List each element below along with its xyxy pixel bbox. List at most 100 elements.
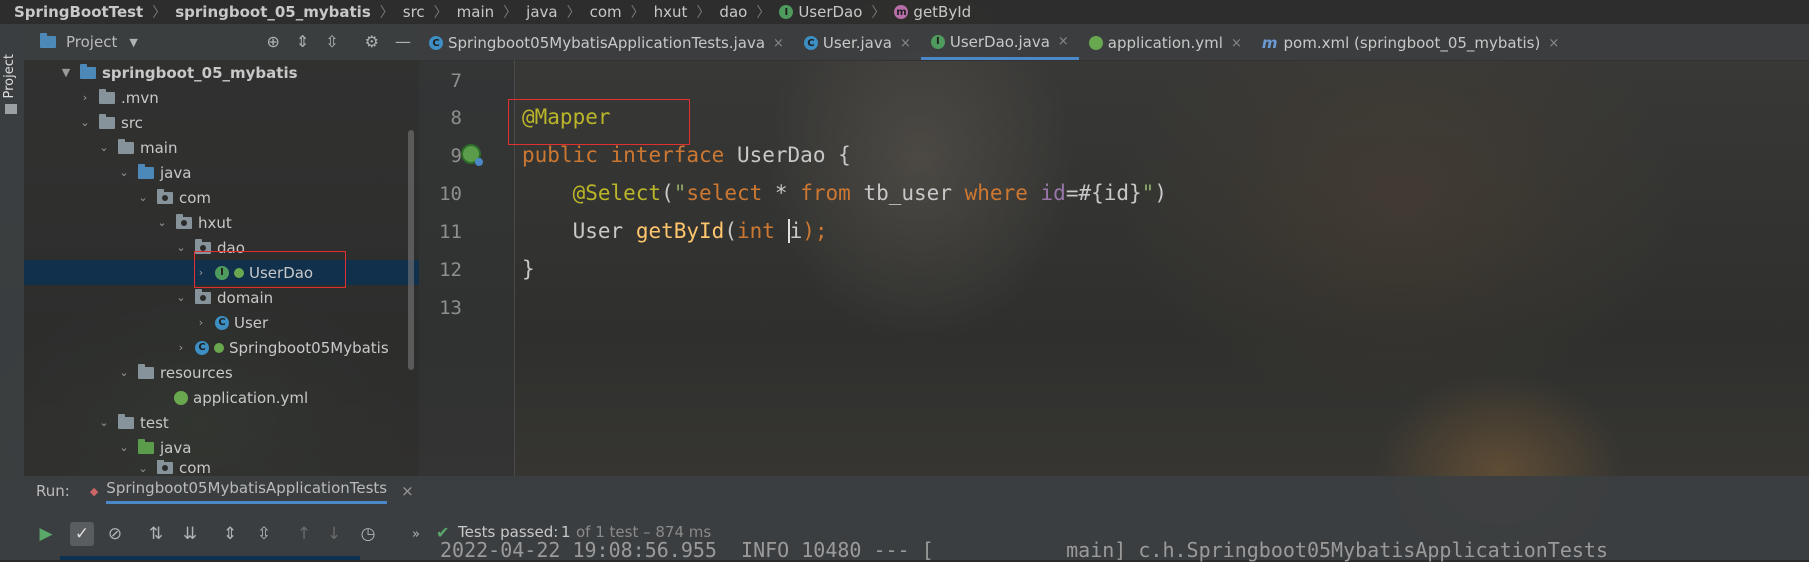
close-icon[interactable]: ×	[1058, 34, 1069, 49]
tree-item-resources[interactable]: ⌄ resources	[24, 360, 419, 385]
breadcrumb-hxut[interactable]: hxut	[654, 3, 688, 21]
tool-window-strip: Project	[0, 24, 24, 476]
package-icon	[176, 213, 192, 229]
chevron-down-icon[interactable]: ⌄	[137, 191, 149, 204]
tree-item-domain[interactable]: ⌄ domain	[24, 285, 419, 310]
line-number: 10	[439, 183, 462, 205]
tree-item-label: java	[160, 163, 192, 182]
sql-column: id	[1040, 181, 1066, 205]
tree-item-test-com[interactable]: ⌄ com	[24, 460, 419, 476]
chevron-down-icon[interactable]: ⌄	[137, 462, 149, 475]
keyword: interface	[610, 143, 725, 167]
implementation-marker-icon[interactable]	[475, 158, 483, 166]
project-tree: ▼ springboot_05_mybatis › .mvn ⌄ src ⌄ main …	[24, 60, 419, 476]
sort-alpha-icon[interactable]: ⇅	[144, 522, 168, 546]
breadcrumb: SpringBootTest 〉 springboot_05_mybatis 〉…	[0, 0, 1809, 24]
chevron-down-icon[interactable]: ⌄	[79, 116, 91, 129]
breadcrumb-com[interactable]: com	[590, 3, 622, 21]
chevron-down-icon[interactable]: ⌄	[175, 241, 187, 254]
history-clock-icon[interactable]: ◷	[356, 522, 380, 546]
tab-application-tests[interactable]: C Springboot05MybatisApplicationTests.jav…	[419, 26, 794, 60]
paren: (	[661, 181, 674, 205]
close-icon[interactable]: ×	[1548, 36, 1559, 51]
tab-userdao-java[interactable]: I UserDao.java ×	[920, 26, 1079, 60]
close-icon[interactable]: ×	[773, 36, 784, 51]
tree-item-test[interactable]: ⌄ test	[24, 410, 419, 435]
project-view-selector[interactable]: Project	[66, 33, 117, 51]
tree-item-label: domain	[217, 288, 274, 307]
tree-item-src[interactable]: ⌄ src	[24, 110, 419, 135]
console-output-line: 2022-04-22 19:08:56.955 INFO 10480 --- […	[440, 538, 1608, 562]
chevron-down-icon[interactable]: ⌄	[118, 441, 130, 454]
tree-item-java[interactable]: ⌄ java	[24, 160, 419, 185]
close-icon[interactable]: ×	[1231, 36, 1242, 51]
breadcrumb-java[interactable]: java	[526, 3, 557, 21]
chevron-right-icon[interactable]: ›	[175, 341, 187, 354]
class-icon: C	[215, 315, 229, 330]
tree-item-label: Springboot05Mybatis	[229, 338, 389, 357]
locate-target-icon[interactable]: ⊕	[266, 32, 279, 51]
show-ignored-icon[interactable]: ⊘	[103, 522, 127, 546]
tab-user-java[interactable]: C User.java ×	[794, 26, 921, 60]
chevron-right-icon[interactable]: ›	[195, 316, 207, 329]
breadcrumb-method[interactable]: m getById	[894, 3, 971, 21]
breadcrumb-dao[interactable]: dao	[719, 3, 747, 21]
tree-item-user[interactable]: › C User	[24, 310, 419, 335]
breadcrumb-project[interactable]: SpringBootTest	[14, 3, 143, 21]
breadcrumb-item[interactable]: SpringBootTest	[14, 3, 143, 21]
tree-item-label: springboot_05_mybatis	[102, 63, 298, 82]
tab-application-yml[interactable]: application.yml ×	[1079, 26, 1252, 60]
tab-pom-xml[interactable]: m pom.xml (springboot_05_mybatis) ×	[1252, 26, 1569, 60]
breadcrumb-src[interactable]: src	[403, 3, 425, 21]
tree-item-hxut[interactable]: ⌄ hxut	[24, 210, 419, 235]
run-config-tab[interactable]: Springboot05MybatisApplicationTests	[106, 479, 388, 504]
show-passed-icon[interactable]: ✓	[70, 522, 94, 546]
chevron-down-icon[interactable]: ⌄	[98, 416, 110, 429]
expand-all-icon[interactable]: ⇕	[218, 522, 242, 546]
tree-item-application-yml[interactable]: application.yml	[24, 385, 419, 410]
tree-item-label: User	[234, 313, 269, 332]
gear-icon[interactable]: ⚙	[365, 32, 379, 51]
tree-item-main[interactable]: ⌄ main	[24, 135, 419, 160]
close-icon[interactable]: ×	[900, 36, 911, 51]
tree-item-module[interactable]: ▼ springboot_05_mybatis	[24, 60, 419, 85]
keyword: int	[736, 219, 775, 243]
more-icon[interactable]: »	[404, 522, 428, 546]
tree-item-application[interactable]: › C Springboot05Mybatis	[24, 335, 419, 360]
chevron-down-icon[interactable]: ⌄	[156, 216, 168, 229]
code-line-9: public interface UserDao {	[522, 143, 851, 167]
previous-failed-icon[interactable]: ↑	[292, 522, 316, 546]
minimize-icon[interactable]: —	[395, 32, 411, 51]
collapse-all-icon[interactable]: ⇳	[325, 32, 338, 51]
tree-item-label: .mvn	[121, 88, 159, 107]
next-failed-icon[interactable]: ↓	[322, 522, 346, 546]
tab-label: User.java	[822, 34, 892, 52]
dropdown-arrow-icon[interactable]: ▼	[129, 36, 137, 49]
rerun-icon[interactable]: ▶	[34, 522, 58, 546]
tree-item-label: application.yml	[193, 388, 309, 407]
chevron-down-icon[interactable]: ⌄	[175, 291, 187, 304]
sort-duration-icon[interactable]: ⇊	[178, 522, 202, 546]
tree-scrollbar[interactable]	[408, 130, 414, 370]
spring-boot-app-icon: C	[195, 340, 209, 355]
spring-icon	[214, 342, 224, 353]
collapse-all-icon[interactable]: ⇳	[252, 522, 276, 546]
chevron-down-icon[interactable]: ⌄	[118, 366, 130, 379]
breadcrumb-module[interactable]: springboot_05_mybatis	[175, 3, 371, 21]
breadcrumb-main[interactable]: main	[457, 3, 494, 21]
string-quote: "	[1141, 181, 1155, 205]
chevron-down-icon[interactable]: ▼	[60, 66, 72, 79]
tree-item-test-java[interactable]: ⌄ java	[24, 435, 419, 460]
expand-all-icon[interactable]: ⇕	[296, 32, 309, 51]
close-icon[interactable]: ×	[401, 482, 414, 500]
chevron-down-icon[interactable]: ⌄	[98, 141, 110, 154]
tab-label: application.yml	[1107, 34, 1223, 52]
project-side-tab[interactable]: Project	[2, 54, 17, 98]
chevron-right-icon[interactable]: ›	[79, 91, 91, 104]
tree-item-com[interactable]: ⌄ com	[24, 185, 419, 210]
code-line-10: @Select("select * from tb_user where id=…	[522, 181, 1167, 205]
code-editor[interactable]: @Mapper public interface UserDao { @Sele…	[508, 60, 1809, 476]
tree-item-mvn[interactable]: › .mvn	[24, 85, 419, 110]
breadcrumb-userdao[interactable]: I UserDao	[779, 3, 862, 21]
chevron-down-icon[interactable]: ⌄	[118, 166, 130, 179]
